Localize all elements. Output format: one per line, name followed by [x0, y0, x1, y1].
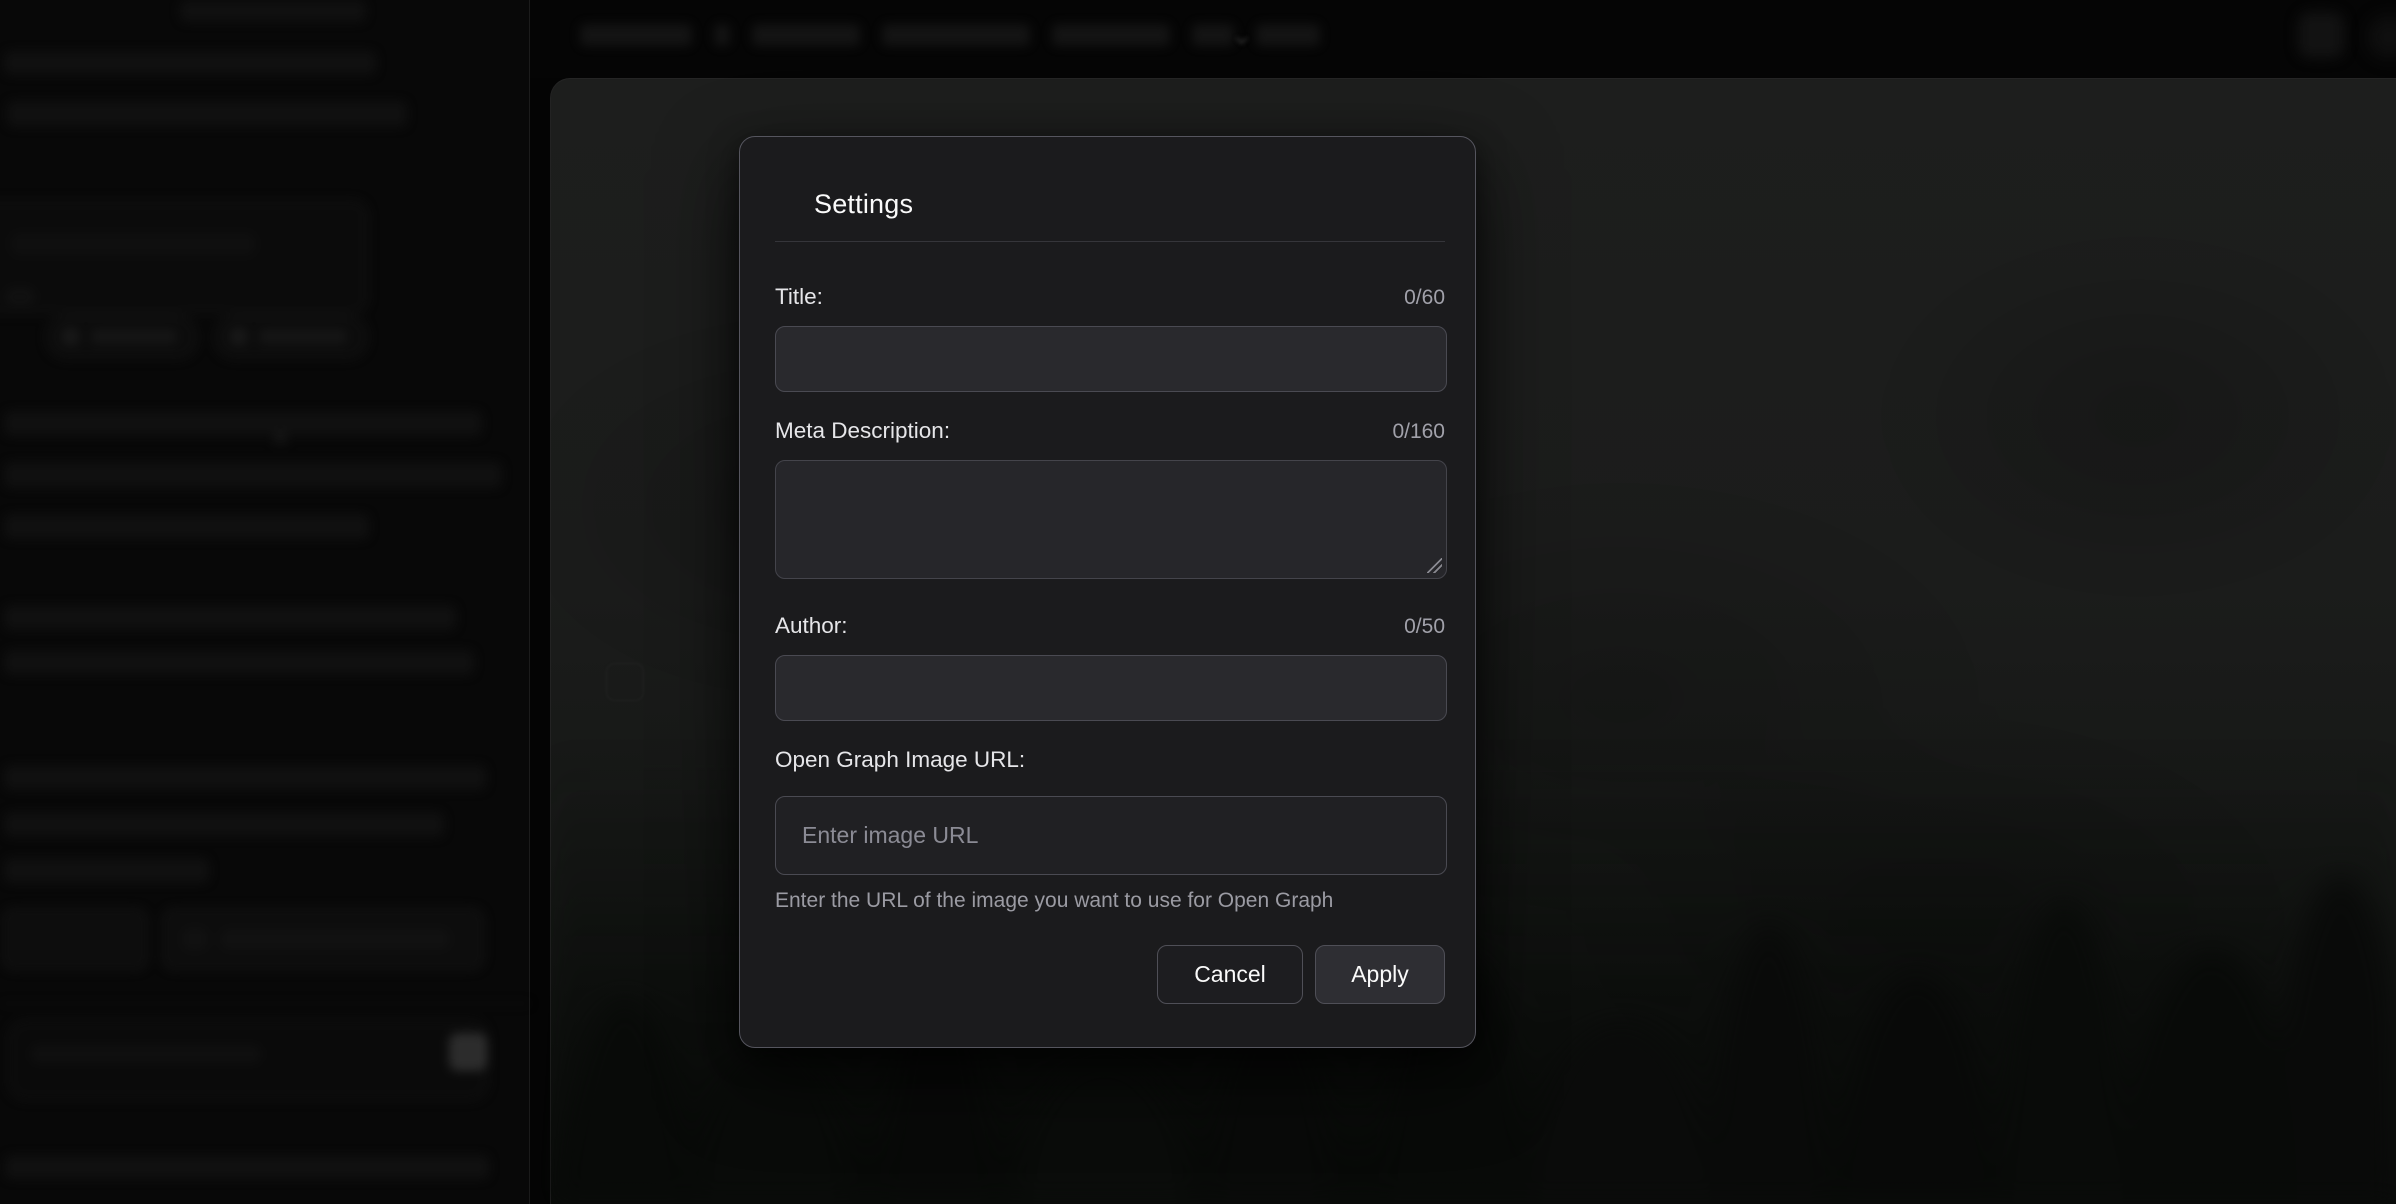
meta-description-char-counter: 0/160 — [1392, 420, 1445, 444]
author-label: Author: — [775, 613, 848, 639]
app-window: × — [0, 0, 2396, 1204]
meta-description-label: Meta Description: — [775, 418, 950, 444]
settings-dialog: Settings Title: 0/60 Meta Description: 0… — [739, 136, 1476, 1048]
title-char-counter: 0/60 — [1404, 286, 1445, 310]
dialog-title: Settings — [814, 189, 1445, 220]
og-image-helper-text: Enter the URL of the image you want to u… — [775, 889, 1445, 913]
divider — [775, 241, 1445, 242]
apply-button[interactable]: Apply — [1315, 945, 1445, 1004]
title-input[interactable] — [775, 326, 1447, 392]
author-char-counter: 0/50 — [1404, 615, 1445, 639]
og-image-url-input[interactable] — [775, 796, 1447, 875]
author-input[interactable] — [775, 655, 1447, 721]
title-label: Title: — [775, 284, 823, 310]
og-image-url-label: Open Graph Image URL: — [775, 747, 1025, 773]
meta-description-textarea[interactable] — [775, 460, 1447, 579]
cancel-button[interactable]: Cancel — [1157, 945, 1303, 1004]
